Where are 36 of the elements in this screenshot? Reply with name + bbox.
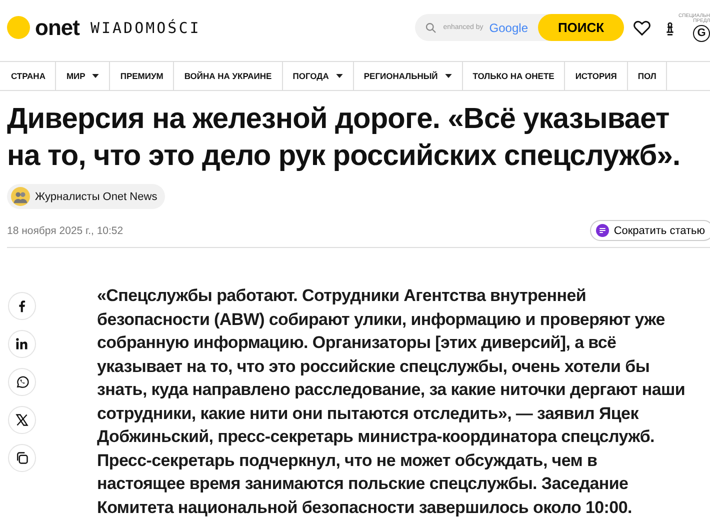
caret-icon [92,74,100,78]
nav-item[interactable]: ИСТОРИЯ [565,62,628,90]
search-button[interactable]: ПОИСК [538,14,624,41]
nav-item[interactable]: ПОГОДА [282,62,354,90]
article-paragraph: «Спецслужбы работают. Сотрудники Агентства внутренней безопасности (ABW) собирают улики, информацию и проверяют уже собранную информацию. Организаторы [этих диверсий], а всё указывает на то, что это российские спецслужбы, очень хотели бы знать, куда направлено расследование, за какие ниточки дергают наши сотрудники, какие нити они пытаются отследить», — заявил Яцек Добжиньский, пресс-секретарь министра-координатора спецслужб. Пресс-секретарь подчеркнул, что не может обсуждать, чем в настоящее время занимаются польские спецслужбы. Заседание Комитета национальной безопасности завершилось около 10:00. [97,285,685,518]
nav-item[interactable]: ВОЙНА НА УКРАИНЕ [174,62,283,90]
whatsapp-share-button[interactable] [8,368,36,396]
linkedin-icon [15,337,29,351]
linkedin-share-button[interactable] [8,330,36,358]
search-brand: Google [489,20,528,34]
caret-icon [336,74,343,78]
whatsapp-icon [15,375,29,389]
article-title: Диверсия на железной дороге. «Всё указывает на то, что это дело рук российских спецслужб». [7,102,682,174]
publish-date: 18 ноября 2025 г., 10:52 [7,224,124,236]
facebook-share-button[interactable] [8,292,36,320]
section-title[interactable]: WIADOMOŚCI [90,18,201,36]
x-share-button[interactable] [8,406,36,434]
nav-item[interactable]: ПОЛ [628,62,668,90]
author-chip[interactable]: Журналисты Onet News [7,184,166,209]
logo-circle-icon [7,16,30,39]
search-icon [425,22,438,34]
document-icon [596,224,609,237]
nav-item[interactable]: ТОЛЬКО НА ОНЕТЕ [462,62,566,90]
x-logo-icon [15,413,29,427]
nav-item[interactable]: СТРАНА [0,62,56,90]
author-name: Журналисты Onet News [35,190,158,202]
summarize-button[interactable]: Сократить статью [590,220,710,241]
promo-badge[interactable]: G [693,24,710,42]
caret-icon [444,74,452,78]
nav-item[interactable]: РЕГИОНАЛЬНЫЙ [354,62,463,90]
logo-text[interactable]: onet [35,14,80,40]
nav-item[interactable]: ПРЕМИУМ [110,62,174,90]
nav-item[interactable]: МИР [56,62,110,90]
copy-icon [15,451,29,465]
copy-share-button[interactable] [8,444,36,472]
people-avatar-icon [11,187,30,206]
